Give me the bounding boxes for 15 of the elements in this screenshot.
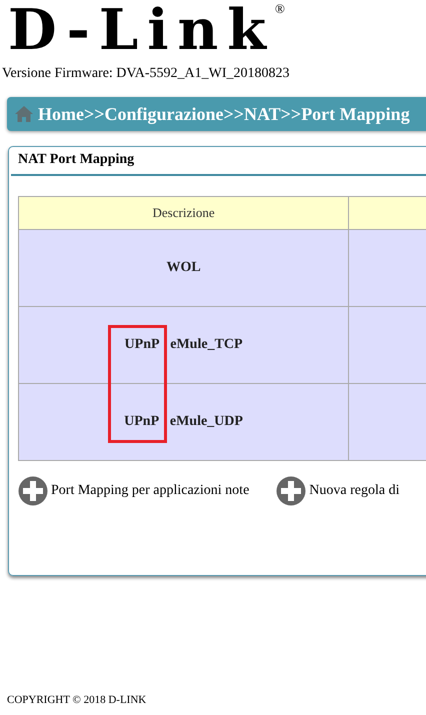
column-header: Descrizione [18,196,349,230]
plus-circle-icon [18,476,48,506]
table-cell: WOL [18,230,349,306]
plus-circle-icon [276,476,306,506]
breadcrumb-text: Home>>Configurazione>>NAT>>Port Mapping [38,104,410,124]
add-link[interactable]: Nuova regola di [276,476,400,506]
firmware-version: Versione Firmware: DVA-5592_A1_WI_20180823 [2,66,290,82]
panel-title: NAT Port Mapping [18,152,136,169]
registered-mark: ® [275,1,285,17]
copyright-text: COPYRIGHT © 2018 D-LINK [7,694,148,706]
table-cell: UPnP eMule_UDP [18,384,349,460]
table-cell: UPnP eMule_TCP [18,306,349,384]
add-link[interactable]: Port Mapping per applicazioni note [18,476,250,506]
logo-text: D-Link [8,0,276,60]
home-icon[interactable] [14,105,34,123]
